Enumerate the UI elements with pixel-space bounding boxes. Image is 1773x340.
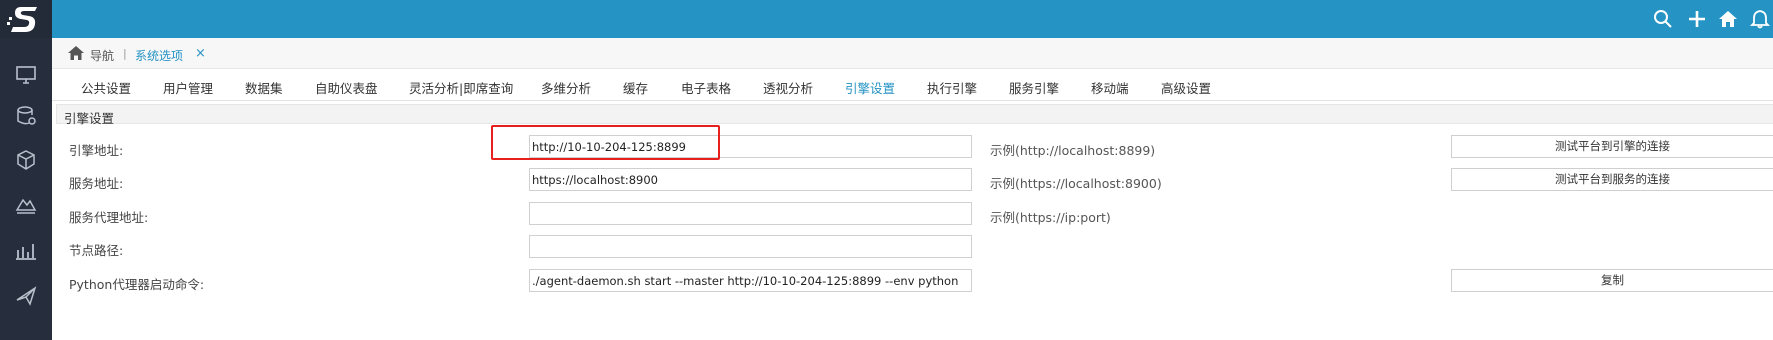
test-service-connection-button[interactable]: 测试平台到服务的连接 bbox=[1451, 168, 1773, 191]
engine-settings-section-header: 引擎设置 bbox=[56, 104, 1773, 126]
layers-icon[interactable] bbox=[14, 192, 38, 216]
breadcrumb: 导航 | 系统选项 × bbox=[52, 38, 1773, 69]
top-header bbox=[52, 0, 1773, 38]
engine-address-label: 引擎地址: bbox=[69, 143, 124, 158]
bar-chart-icon[interactable] bbox=[14, 238, 38, 262]
service-proxy-address-example: 示例(https://ip:port) bbox=[990, 210, 1111, 225]
tab-advanced-settings[interactable]: 高级设置 bbox=[1161, 78, 1211, 97]
highlight-annotation-box bbox=[491, 125, 720, 160]
home-icon[interactable] bbox=[68, 46, 84, 60]
plus-icon[interactable] bbox=[1687, 9, 1707, 29]
home-icon[interactable] bbox=[1718, 9, 1738, 29]
python-agent-command-input[interactable] bbox=[529, 269, 972, 292]
tab-execution-engine[interactable]: 执行引擎 bbox=[927, 78, 977, 97]
search-icon[interactable] bbox=[1653, 9, 1673, 29]
tab-multidimensional-analysis[interactable]: 多维分析 bbox=[541, 78, 591, 97]
bell-icon[interactable] bbox=[1749, 9, 1771, 29]
node-path-input[interactable] bbox=[529, 235, 972, 258]
breadcrumb-nav-label[interactable]: 导航 bbox=[90, 47, 114, 64]
breadcrumb-separator: | bbox=[123, 47, 127, 60]
node-path-label: 节点路径: bbox=[69, 243, 124, 258]
python-agent-command-label: Python代理器启动命令: bbox=[69, 277, 205, 292]
settings-tab-bar: 公共设置 用户管理 数据集 自助仪表盘 灵活分析|即席查询 多维分析 缓存 电子… bbox=[52, 69, 1773, 101]
send-icon[interactable] bbox=[14, 282, 38, 306]
database-settings-icon[interactable] bbox=[14, 104, 38, 128]
tab-spreadsheet[interactable]: 电子表格 bbox=[681, 78, 731, 97]
service-address-input[interactable] bbox=[529, 168, 972, 191]
tab-user-management[interactable]: 用户管理 bbox=[163, 78, 213, 97]
test-engine-connection-button[interactable]: 测试平台到引擎的连接 bbox=[1451, 135, 1773, 158]
service-address-example: 示例(https://localhost:8900) bbox=[990, 176, 1162, 191]
section-title: 引擎设置 bbox=[64, 111, 115, 126]
cube-icon[interactable] bbox=[14, 148, 38, 172]
left-sidebar bbox=[0, 0, 52, 340]
engine-address-example: 示例(http://localhost:8899) bbox=[990, 143, 1156, 158]
close-tab-icon[interactable]: × bbox=[195, 46, 206, 61]
service-proxy-address-label: 服务代理地址: bbox=[69, 210, 149, 225]
tab-pivot-analysis[interactable]: 透视分析 bbox=[763, 78, 813, 97]
tab-self-service-dashboard[interactable]: 自助仪表盘 bbox=[315, 78, 378, 97]
breadcrumb-current-tab[interactable]: 系统选项 bbox=[135, 47, 183, 64]
tab-engine-settings[interactable]: 引擎设置 bbox=[845, 78, 895, 97]
tab-service-engine[interactable]: 服务引擎 bbox=[1009, 78, 1059, 97]
app-logo[interactable] bbox=[0, 0, 52, 38]
tab-common-settings[interactable]: 公共设置 bbox=[81, 78, 131, 97]
tab-mobile[interactable]: 移动端 bbox=[1091, 78, 1129, 97]
logo-icon bbox=[7, 7, 37, 32]
monitor-icon[interactable] bbox=[14, 63, 38, 87]
copy-button[interactable]: 复制 bbox=[1451, 269, 1773, 292]
service-address-label: 服务地址: bbox=[69, 176, 124, 191]
tab-dataset[interactable]: 数据集 bbox=[245, 78, 283, 97]
service-proxy-address-input[interactable] bbox=[529, 202, 972, 225]
tab-cache[interactable]: 缓存 bbox=[623, 78, 648, 97]
tab-flexible-analysis[interactable]: 灵活分析|即席查询 bbox=[409, 78, 513, 97]
